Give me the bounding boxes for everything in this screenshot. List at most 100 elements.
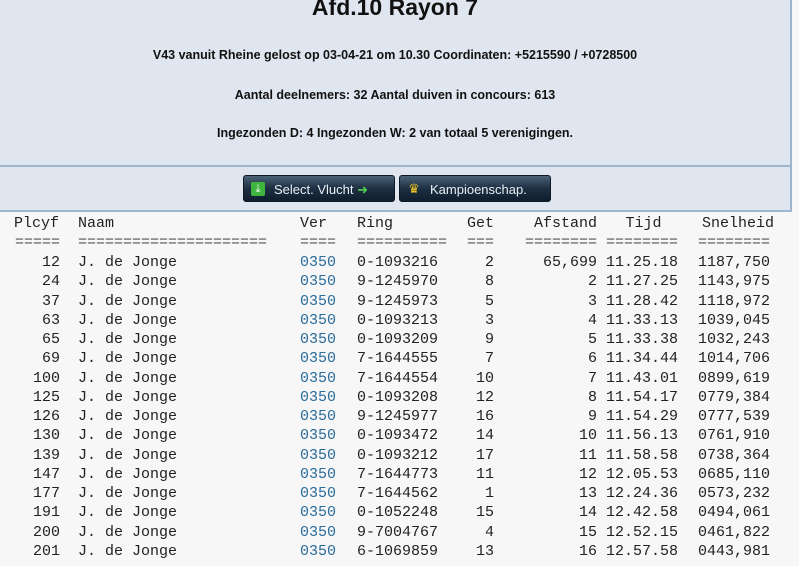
cell-snelheid: 0494,061 — [698, 504, 771, 522]
separator-ver: ==== — [300, 234, 337, 251]
cell-naam: J. de Jonge — [78, 446, 178, 464]
cell-naam: J. de Jonge — [78, 427, 178, 445]
cell-tijd: 11.34.44 — [606, 350, 679, 368]
header-get: Get — [466, 215, 494, 232]
cell-ver[interactable]: 0350 — [300, 543, 340, 560]
cell-plcyf: 37 — [41, 292, 60, 310]
cell-ver[interactable]: 0350 — [300, 504, 340, 521]
cell-ring: 7-1644562 — [357, 485, 439, 502]
cell-get: 2 — [484, 254, 494, 271]
cell-ver[interactable]: 0350 — [300, 485, 340, 502]
table-row: 200 J. de Jonge 0350 9-7004767 4 15 12.52.15 04… — [0, 524, 790, 543]
cell-afstand: 5 — [587, 331, 597, 348]
cell-ring: 9-1245970 — [357, 273, 439, 291]
cell-naam: J. de Jonge — [78, 388, 178, 406]
header-tijd: Tijd — [625, 215, 662, 232]
separator-afstand: ======== — [524, 234, 597, 251]
cell-get: 10 — [475, 369, 494, 387]
table-row: 69 J. de Jonge 0350 7-1644555 7 6 11.34.44 1014… — [0, 350, 790, 369]
cell-afstand: 8 — [587, 388, 597, 406]
cell-plcyf: 24 — [41, 273, 60, 291]
header-ring: Ring — [357, 215, 394, 232]
championship-button[interactable]: ♛ Kampioenschap. — [399, 175, 551, 202]
cell-naam: J. de Jonge — [78, 273, 178, 291]
cell-afstand: 14 — [578, 504, 597, 522]
cell-ver[interactable]: 0350 — [300, 350, 340, 367]
cell-ring: 0-1052248 — [357, 504, 439, 522]
cell-ver[interactable]: 0350 — [300, 293, 340, 310]
table-row: 201 J. de Jonge 0350 6-1069859 13 16 12.57.58 0… — [0, 543, 790, 562]
cell-snelheid: 1014,706 — [698, 350, 771, 368]
cell-naam: J. de Jonge — [78, 331, 178, 348]
header-ver: Ver — [300, 215, 328, 232]
cell-naam: J. de Jonge — [78, 408, 178, 425]
cell-tijd: 11.25.18 — [606, 254, 679, 271]
cell-tijd: 11.56.13 — [606, 427, 679, 445]
cell-ring: 9-1245973 — [357, 292, 439, 310]
cell-plcyf: 69 — [41, 350, 60, 368]
cell-afstand: 6 — [587, 350, 597, 368]
table-row: 126 J. de Jonge 0350 9-1245977 16 9 11.54.29 07… — [0, 408, 790, 427]
cell-ver[interactable]: 0350 — [300, 254, 340, 271]
cell-get: 13 — [475, 542, 494, 560]
cell-ring: 7-1644773 — [357, 465, 439, 483]
cell-ver[interactable]: 0350 — [300, 447, 340, 464]
cell-ver[interactable]: 0350 — [300, 331, 340, 348]
table-header: Plcyf Naam Ver Ring Get Afstand Tijd Snelheid — [0, 215, 790, 234]
cell-snelheid: 0777,539 — [698, 408, 771, 425]
cell-plcyf: 147 — [32, 465, 60, 483]
cell-get: 3 — [484, 311, 494, 329]
flight-info: V43 vanuit Rheine gelost op 03-04-21 om … — [152, 48, 638, 62]
cell-ring: 0-1093208 — [357, 388, 439, 406]
cell-ver[interactable]: 0350 — [300, 427, 340, 444]
cell-afstand: 9 — [587, 408, 597, 425]
table-separator: ===== ===================== ==== ==========… — [0, 234, 790, 253]
cell-ver[interactable]: 0350 — [300, 408, 340, 425]
separator-get: === — [466, 234, 494, 251]
cell-ver[interactable]: 0350 — [300, 389, 340, 406]
cell-naam: J. de Jonge — [78, 254, 178, 271]
cell-ring: 0-1093209 — [357, 331, 439, 348]
cell-ring: 9-7004767 — [357, 523, 439, 541]
header-plcyf: Plcyf — [14, 215, 60, 232]
table-row: 65 J. de Jonge 0350 0-1093209 9 5 11.33.38 1032… — [0, 331, 790, 350]
cell-get: 4 — [484, 523, 494, 541]
cell-tijd: 11.27.25 — [606, 273, 679, 291]
cell-ring: 0-1093472 — [357, 427, 439, 445]
cell-snelheid: 0738,364 — [698, 446, 771, 464]
download-icon: ⤓ — [251, 182, 265, 196]
cell-ring: 0-1093212 — [357, 446, 439, 464]
cell-afstand: 15 — [578, 523, 597, 541]
cell-afstand: 13 — [578, 485, 597, 502]
cell-tijd: 11.43.01 — [606, 369, 679, 387]
cell-naam: J. de Jonge — [78, 369, 178, 387]
cell-afstand: 12 — [578, 465, 597, 483]
cell-get: 9 — [484, 331, 494, 348]
table-row: 100 J. de Jonge 0350 7-1644554 10 7 11.43.01 08… — [0, 370, 790, 389]
cell-plcyf: 126 — [32, 408, 60, 425]
cell-tijd: 12.52.15 — [606, 523, 679, 541]
cell-ring: 7-1644554 — [357, 369, 439, 387]
page-title: Afd.10 Rayon 7 — [311, 0, 479, 20]
cell-plcyf: 100 — [32, 369, 60, 387]
cell-ver[interactable]: 0350 — [300, 312, 340, 329]
select-flight-button[interactable]: ⤓ Select. Vlucht ➜ — [243, 175, 395, 202]
cell-ver[interactable]: 0350 — [300, 524, 340, 541]
table-row: 37 J. de Jonge 0350 9-1245973 5 3 11.28.42 1118… — [0, 293, 790, 312]
cell-get: 14 — [475, 427, 494, 445]
cell-naam: J. de Jonge — [78, 485, 178, 502]
cell-ver[interactable]: 0350 — [300, 370, 340, 387]
cell-get: 1 — [484, 485, 494, 502]
cell-afstand: 10 — [578, 427, 597, 445]
cell-plcyf: 125 — [32, 388, 60, 406]
cell-ver[interactable]: 0350 — [300, 466, 340, 483]
cell-plcyf: 65 — [41, 331, 60, 348]
table-row: 130 J. de Jonge 0350 0-1093472 14 10 11.56.13 0… — [0, 427, 790, 446]
table-row: 63 J. de Jonge 0350 0-1093213 3 4 11.33.13 1039… — [0, 312, 790, 331]
cell-plcyf: 130 — [32, 427, 60, 445]
cell-afstand: 65,699 — [542, 254, 597, 271]
cell-ver[interactable]: 0350 — [300, 273, 340, 290]
select-flight-label: Select. Vlucht — [274, 182, 354, 197]
cell-snelheid: 0461,822 — [698, 523, 771, 541]
cell-ring: 0-1093213 — [357, 311, 439, 329]
